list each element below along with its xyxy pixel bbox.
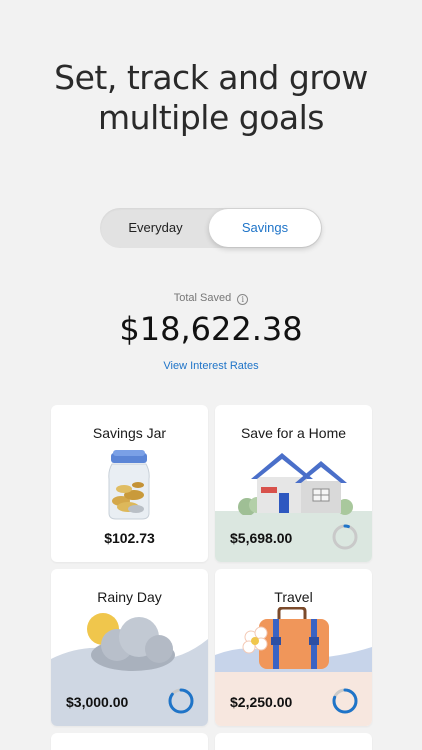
goal-title: Savings Jar [92,425,167,441]
goal-amount: $102.73 [104,530,155,546]
goal-card-travel[interactable]: Travel $2,250.00 [215,569,372,726]
goal-title: Rainy Day [97,589,162,605]
headline-line-2: multiple goals [98,98,324,137]
total-saved-amount: $18,622.38 [119,310,303,348]
house-icon [238,453,353,515]
goal-card-savings-jar[interactable]: Savings Jar $102.73 [51,405,208,562]
progress-ring [332,524,358,550]
total-saved-text: Total Saved [173,292,232,304]
total-saved-label: Total Saved i [0,292,422,305]
goal-card-rainy-day[interactable]: Rainy Day $3,000.00 [51,569,208,726]
ring-track [332,524,358,550]
suitcase-icon [242,607,329,669]
goal-title: Travel [274,589,313,605]
goal-card-save-for-a-home[interactable]: Save for a Home $5,698.00 [215,405,372,562]
goal-card-partial[interactable] [215,733,372,750]
headline-line-1: Set, track and grow [54,58,368,97]
progress-ring [332,688,358,714]
info-icon[interactable]: i [237,294,249,305]
page-headline: Set, track and grow multiple goals [0,58,422,138]
goal-title: Save for a Home [240,425,347,441]
ring-fill [168,688,194,714]
goal-card-partial[interactable] [51,733,208,750]
cloud-icon [87,613,175,671]
progress-ring [168,688,194,714]
toggle-savings[interactable]: Savings [209,209,321,247]
jar-icon [108,450,150,520]
toggle-everyday[interactable]: Everyday [100,208,211,248]
goal-amount: $5,698.00 [230,530,293,546]
account-type-toggle[interactable]: Everyday Savings [100,208,322,248]
goal-amount: $3,000.00 [66,694,129,710]
goal-amount: $2,250.00 [230,694,293,710]
view-interest-rates-link[interactable]: View Interest Rates [0,360,422,372]
